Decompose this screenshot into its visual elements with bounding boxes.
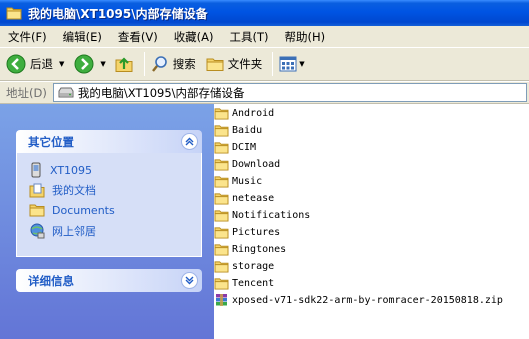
- file-name: Notifications: [232, 209, 311, 221]
- views-dropdown-icon[interactable]: ▼: [299, 60, 304, 68]
- details-header[interactable]: 详细信息: [16, 269, 202, 292]
- file-name: Ringtones: [232, 243, 287, 255]
- folder-item[interactable]: Android: [214, 105, 274, 121]
- folder-icon: [214, 192, 229, 205]
- drive-icon: [58, 87, 74, 97]
- folder-icon: [214, 107, 229, 120]
- phone-icon: [31, 162, 41, 178]
- other-places-title: 其它位置: [28, 134, 74, 149]
- back-dropdown-icon[interactable]: ▼: [59, 60, 64, 68]
- folder-icon: [29, 204, 45, 217]
- link-label: 网上邻居: [52, 225, 96, 238]
- menu-view[interactable]: 查看(V): [118, 29, 158, 45]
- other-places-link-documents[interactable]: Documents: [29, 203, 115, 217]
- folders-label: 文件夹: [227, 57, 263, 71]
- views-button[interactable]: ▼: [279, 51, 305, 77]
- views-icon: [279, 56, 297, 72]
- toolbar-separator: [143, 52, 145, 76]
- file-item[interactable]: xposed-v71-sdk22-arm-by-romracer-2015081…: [214, 292, 503, 308]
- folders-icon: [206, 58, 224, 71]
- folder-item[interactable]: Music: [214, 173, 262, 189]
- address-bar: 地址(D) 我的电脑\XT1095\内部存储设备: [0, 82, 529, 104]
- file-name: Download: [232, 158, 281, 170]
- file-name: DCIM: [232, 141, 257, 153]
- folder-icon: [214, 124, 229, 137]
- folder-item[interactable]: Tencent: [214, 275, 274, 291]
- forward-dropdown-icon[interactable]: ▼: [100, 60, 105, 68]
- other-places-link-xt1095[interactable]: XT1095: [29, 162, 92, 178]
- window-title: 我的电脑\XT1095\内部存储设备: [28, 6, 208, 21]
- forward-button[interactable]: ▼: [74, 51, 106, 77]
- winrar-archive-icon: [216, 293, 227, 306]
- task-pane: 其它位置 XT1095 我的文档 Documents 网上邻居 详细信息: [0, 104, 214, 339]
- other-places-panel: XT1095 我的文档 Documents 网上邻居: [16, 153, 202, 257]
- menu-file[interactable]: 文件(F): [8, 29, 47, 45]
- file-name: Baidu: [232, 124, 263, 136]
- back-button[interactable]: 后退 ▼: [6, 51, 64, 77]
- up-folder-icon: [115, 57, 133, 72]
- toolbar-separator: [272, 52, 274, 76]
- folder-icon: [214, 209, 229, 222]
- menu-edit[interactable]: 编辑(E): [63, 29, 102, 45]
- expand-icon[interactable]: [181, 272, 198, 289]
- folder-item[interactable]: Ringtones: [214, 241, 286, 257]
- address-input[interactable]: 我的电脑\XT1095\内部存储设备: [52, 83, 527, 102]
- search-button[interactable]: 搜索: [151, 51, 196, 77]
- folder-item[interactable]: Pictures: [214, 224, 280, 240]
- folder-item[interactable]: Download: [214, 156, 280, 172]
- file-name: netease: [232, 192, 275, 204]
- folder-icon: [214, 277, 229, 290]
- folder-item[interactable]: Notifications: [214, 207, 310, 223]
- link-label: 我的文档: [52, 184, 96, 197]
- back-label: 后退: [30, 57, 53, 71]
- folder-icon: [214, 243, 229, 256]
- search-label: 搜索: [172, 57, 196, 71]
- folder-icon: [214, 158, 229, 171]
- menu-bar: 文件(F) 编辑(E) 查看(V) 收藏(A) 工具(T) 帮助(H): [0, 26, 529, 48]
- folder-icon: [214, 175, 229, 188]
- folder-icon: [214, 260, 229, 273]
- folder-item[interactable]: DCIM: [214, 139, 256, 155]
- other-places-link-network[interactable]: 网上邻居: [29, 223, 96, 239]
- file-name: Tencent: [232, 277, 275, 289]
- up-button[interactable]: [114, 51, 134, 77]
- address-value: 我的电脑\XT1095\内部存储设备: [77, 85, 245, 100]
- other-places-link-my-documents[interactable]: 我的文档: [29, 182, 96, 198]
- address-label: 地址(D): [6, 85, 47, 100]
- title-bar[interactable]: 我的电脑\XT1095\内部存储设备: [0, 0, 529, 26]
- folder-item[interactable]: netease: [214, 190, 274, 206]
- my-documents-icon: [29, 183, 45, 198]
- other-places-header[interactable]: 其它位置: [16, 130, 202, 153]
- collapse-icon[interactable]: [181, 133, 198, 150]
- forward-arrow-icon: [74, 54, 94, 74]
- file-name: Android: [232, 107, 275, 119]
- folder-icon: [6, 7, 22, 20]
- link-label: Documents: [52, 203, 115, 217]
- back-arrow-icon: [6, 54, 26, 74]
- folder-item[interactable]: storage: [214, 258, 274, 274]
- file-name: xposed-v71-sdk22-arm-by-romracer-2015081…: [232, 294, 503, 306]
- file-list: Android Baidu DCIM Download Music netease Noti…: [214, 104, 529, 339]
- menu-help[interactable]: 帮助(H): [285, 29, 326, 45]
- menu-tools[interactable]: 工具(T): [230, 29, 269, 45]
- details-title: 详细信息: [28, 273, 74, 288]
- link-label: XT1095: [50, 163, 93, 177]
- folder-item[interactable]: Baidu: [214, 122, 262, 138]
- network-icon: [30, 223, 45, 239]
- file-name: Music: [232, 175, 263, 187]
- folder-icon: [214, 141, 229, 154]
- toolbar: 后退 ▼ ▼ 搜索 文件夹 ▼: [0, 48, 529, 81]
- file-name: storage: [232, 260, 275, 272]
- menu-favorites[interactable]: 收藏(A): [174, 29, 214, 45]
- search-icon: [151, 56, 167, 72]
- folder-icon: [214, 226, 229, 239]
- file-name: Pictures: [232, 226, 281, 238]
- folders-button[interactable]: 文件夹: [206, 51, 263, 77]
